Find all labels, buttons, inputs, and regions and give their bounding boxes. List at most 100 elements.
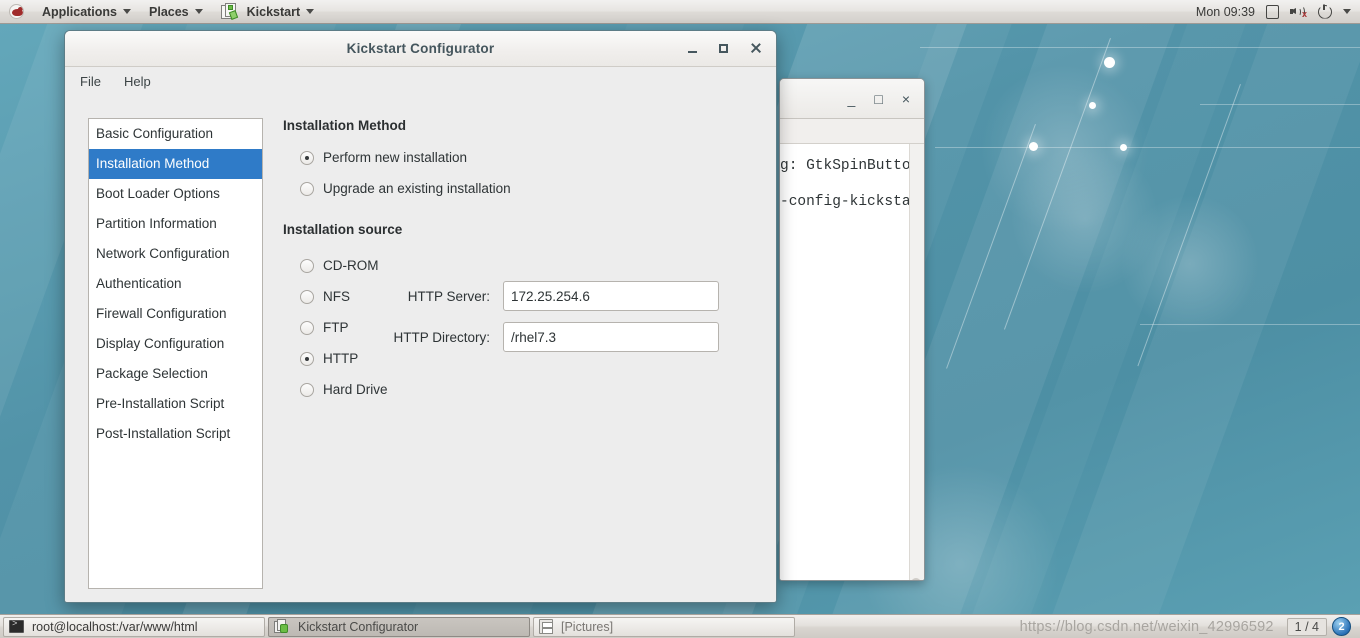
kickstart-configurator-window[interactable]: Kickstart Configurator File Help Basic C… <box>64 30 777 603</box>
section-list[interactable]: Basic Configuration Installation Method … <box>88 118 263 589</box>
http-directory-input[interactable] <box>503 322 719 352</box>
radio-button-icon[interactable] <box>300 320 314 335</box>
output-line: g: GtkSpinButto <box>780 158 911 174</box>
source-fields: HTTP Server: HTTP Directory: <box>391 255 719 410</box>
wallpaper-dot <box>1029 142 1038 151</box>
sidebar-item-authentication[interactable]: Authentication <box>89 269 262 299</box>
wallpaper-dot <box>1120 144 1127 151</box>
window-controls <box>688 43 776 54</box>
menu-file[interactable]: File <box>77 72 104 91</box>
wallpaper-dot <box>1104 57 1115 68</box>
radio-ftp[interactable]: FTP <box>300 317 391 338</box>
radio-label: CD-ROM <box>323 258 379 273</box>
applications-menu-label: Applications <box>42 4 118 19</box>
wallpaper-line <box>1140 324 1360 325</box>
sidebar-item-boot-loader-options[interactable]: Boot Loader Options <box>89 179 262 209</box>
top-panel: Applications Places Kickstart Mon 09:39 … <box>0 0 1360 24</box>
settings-panel: Installation Method Perform new installa… <box>263 118 776 602</box>
watermark-text: https://blog.csdn.net/weixin_42996592 <box>1019 618 1274 635</box>
active-app-menu[interactable]: Kickstart <box>212 0 324 24</box>
source-radio-group: CD-ROM NFS FTP HTTP Hard Drive <box>283 255 391 410</box>
installation-source-heading: Installation source <box>283 222 403 237</box>
radio-perform-new-installation[interactable]: Perform new installation <box>300 147 776 168</box>
status-area: Mon 09:39 x <box>1196 4 1360 19</box>
background-minimize-button[interactable]: _ <box>848 92 856 106</box>
radio-upgrade-existing-installation[interactable]: Upgrade an existing installation <box>300 178 776 199</box>
chevron-down-icon <box>123 9 132 14</box>
http-server-input[interactable] <box>503 281 719 311</box>
taskbar: root@localhost:/var/www/html Kickstart C… <box>0 614 1360 638</box>
applications-menu[interactable]: Applications <box>33 0 140 24</box>
minimize-button[interactable] <box>688 51 697 53</box>
places-menu[interactable]: Places <box>140 0 212 24</box>
radio-button-icon[interactable] <box>300 150 314 165</box>
wallpaper-line <box>920 47 1360 48</box>
menu-help[interactable]: Help <box>121 72 154 91</box>
close-button[interactable] <box>750 43 761 54</box>
window-titlebar: Kickstart Configurator <box>65 31 776 67</box>
sidebar-item-basic-configuration[interactable]: Basic Configuration <box>89 119 262 149</box>
taskbar-item-terminal[interactable]: root@localhost:/var/www/html <box>3 616 265 637</box>
file-manager-icon <box>539 619 553 634</box>
sidebar-item-package-selection[interactable]: Package Selection <box>89 359 262 389</box>
radio-label: HTTP <box>323 351 359 366</box>
sidebar-item-installation-method[interactable]: Installation Method <box>89 149 262 179</box>
maximize-button[interactable] <box>719 44 728 53</box>
sidebar-item-firewall-configuration[interactable]: Firewall Configuration <box>89 299 262 329</box>
taskbar-item-label: Kickstart Configurator <box>298 619 419 634</box>
pager-badge[interactable]: 2 <box>1332 617 1351 636</box>
taskbar-item-label: root@localhost:/var/www/html <box>32 619 198 634</box>
screen-icon[interactable] <box>1266 4 1279 19</box>
taskbar-item-pictures[interactable]: [Pictures] <box>533 616 795 637</box>
radio-label: Upgrade an existing installation <box>323 181 511 196</box>
chevron-down-icon[interactable] <box>1343 9 1351 14</box>
kickstart-app-icon <box>220 2 241 21</box>
radio-button-icon[interactable] <box>300 258 314 273</box>
wallpaper-line <box>1200 104 1360 105</box>
radio-button-icon[interactable] <box>300 382 314 397</box>
workspace-count[interactable]: 1 / 4 <box>1286 617 1327 636</box>
http-server-label: HTTP Server: <box>407 288 490 304</box>
sidebar-item-display-configuration[interactable]: Display Configuration <box>89 329 262 359</box>
chevron-down-icon <box>306 9 315 14</box>
window-body: Basic Configuration Installation Method … <box>65 95 776 602</box>
installation-method-heading: Installation Method <box>283 118 406 133</box>
power-icon[interactable] <box>1318 4 1332 19</box>
radio-nfs[interactable]: NFS <box>300 286 391 307</box>
background-window-titlebar: _ □ × <box>780 79 924 119</box>
terminal-icon <box>9 619 24 633</box>
kickstart-app-icon <box>274 619 290 634</box>
sidebar-item-network-configuration[interactable]: Network Configuration <box>89 239 262 269</box>
radio-button-icon[interactable] <box>300 181 314 196</box>
wallpaper-dot <box>1089 102 1096 109</box>
workspace-pager[interactable]: 1 / 4 2 <box>1286 617 1357 636</box>
scrollbar-thumb[interactable] <box>911 578 921 580</box>
clock[interactable]: Mon 09:39 <box>1196 5 1255 19</box>
background-window-scrollbar[interactable] <box>909 144 924 580</box>
background-maximize-button[interactable]: □ <box>874 92 882 106</box>
http-directory-row: HTTP Directory: <box>391 322 719 352</box>
background-close-button[interactable]: × <box>902 92 910 106</box>
radio-label: Hard Drive <box>323 382 388 397</box>
output-line: -config-kicksta <box>780 194 911 210</box>
redhat-logo <box>0 0 33 24</box>
places-menu-label: Places <box>149 4 189 19</box>
installation-source-block: CD-ROM NFS FTP HTTP Hard Drive HTTP Serv… <box>283 255 776 410</box>
sidebar-item-partition-information[interactable]: Partition Information <box>89 209 262 239</box>
radio-button-icon[interactable] <box>300 289 314 304</box>
http-server-row: HTTP Server: <box>391 281 719 311</box>
volume-muted-icon[interactable]: x <box>1290 5 1307 19</box>
background-window-menubar <box>780 119 924 144</box>
sidebar-item-post-installation-script[interactable]: Post-Installation Script <box>89 419 262 449</box>
radio-label: NFS <box>323 289 350 304</box>
radio-hard-drive[interactable]: Hard Drive <box>300 379 391 400</box>
window-title: Kickstart Configurator <box>346 41 495 56</box>
chevron-down-icon <box>194 9 203 14</box>
radio-http[interactable]: HTTP <box>300 348 391 369</box>
radio-button-icon[interactable] <box>300 351 314 366</box>
radio-cdrom[interactable]: CD-ROM <box>300 255 391 276</box>
background-window[interactable]: _ □ × g: GtkSpinButto -config-kicksta <box>779 78 925 581</box>
sidebar-item-pre-installation-script[interactable]: Pre-Installation Script <box>89 389 262 419</box>
radio-label: FTP <box>323 320 349 335</box>
taskbar-item-kickstart-configurator[interactable]: Kickstart Configurator <box>268 616 530 637</box>
